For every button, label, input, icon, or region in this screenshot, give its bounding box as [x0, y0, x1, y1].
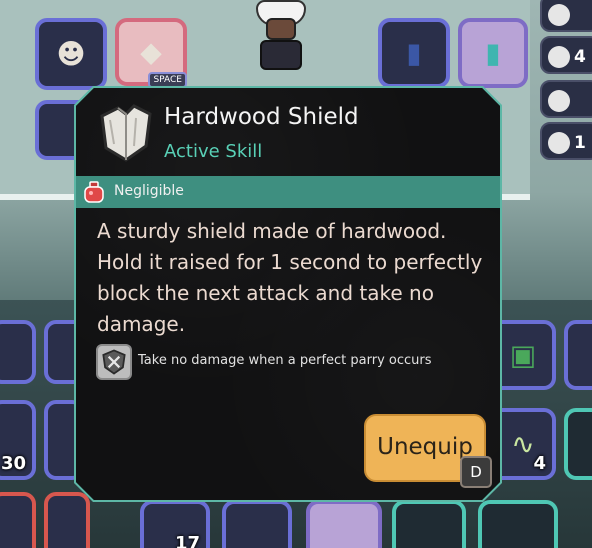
inventory-slot[interactable]	[478, 500, 558, 548]
item-count: 17	[174, 533, 200, 548]
defense-icon	[548, 4, 570, 26]
inventory-slot[interactable]: 30	[0, 400, 36, 480]
unequip-key-badge: D	[460, 456, 492, 488]
inventory-slot[interactable]	[222, 500, 292, 548]
equipment-slot-leggings[interactable]: ▮	[458, 18, 528, 88]
strength-icon	[548, 90, 570, 112]
mask-icon: ☻	[56, 37, 86, 71]
inventory-slot[interactable]	[564, 408, 592, 480]
item-description: A sturdy shield made of hardwood. Hold i…	[97, 219, 483, 336]
item-tooltip: Hardwood Shield Active Skill Negligible …	[76, 88, 500, 500]
inventory-slot[interactable]: 17	[140, 500, 210, 548]
inventory-slot-mask[interactable]: ☻	[35, 18, 107, 90]
toolbox-icon: ▣	[509, 338, 537, 372]
potion-icon	[83, 181, 105, 203]
parry-shield-icon	[96, 344, 132, 380]
inventory-slot[interactable]	[44, 492, 90, 548]
weight-bar: Negligible	[76, 176, 500, 208]
speed-icon	[548, 46, 570, 68]
item-count: 4	[533, 453, 546, 474]
inventory-slot-shield[interactable]: ◆ SPACE	[115, 18, 187, 88]
effect-text: Take no damage when a perfect parry occu…	[138, 353, 432, 368]
stat-defense	[540, 0, 592, 32]
shield-icon: ◆	[140, 35, 162, 69]
inventory-slot[interactable]	[564, 320, 592, 390]
weight-label: Negligible	[114, 183, 184, 199]
inventory-slot[interactable]	[306, 500, 382, 548]
shield-icon	[96, 102, 154, 162]
leggings-icon: ▮	[485, 36, 501, 70]
item-name: Hardwood Shield	[164, 104, 359, 130]
pants-icon: ▮	[406, 36, 422, 70]
stat-strength	[540, 80, 592, 118]
item-type: Active Skill	[164, 141, 263, 162]
player-character	[250, 0, 312, 78]
inventory-slot[interactable]	[0, 320, 36, 384]
item-count: 30	[0, 453, 26, 474]
equipment-slot-pants[interactable]: ▮	[378, 18, 450, 88]
inventory-slot[interactable]	[392, 500, 466, 548]
inventory-slot[interactable]	[0, 492, 36, 548]
stat-speed: 4	[540, 36, 592, 74]
power-icon	[548, 132, 570, 154]
stat-power: 1	[540, 122, 592, 160]
space-key-badge: SPACE	[148, 72, 187, 88]
